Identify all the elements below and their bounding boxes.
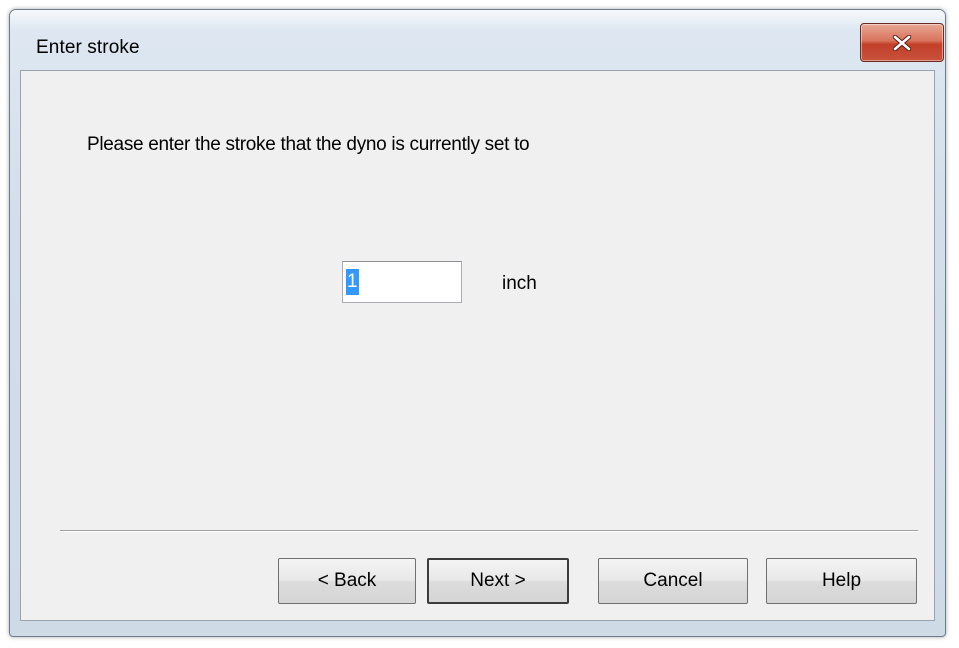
close-button[interactable]	[860, 23, 944, 62]
prompt-text: Please enter the stroke that the dyno is…	[87, 134, 530, 155]
button-divider	[60, 530, 918, 532]
close-icon	[892, 34, 912, 51]
next-button[interactable]: Next >	[427, 558, 569, 604]
stroke-unit-label: inch	[502, 273, 537, 294]
dialog-title: Enter stroke	[36, 37, 140, 58]
stroke-input[interactable]: 1	[342, 261, 462, 303]
stroke-value-selection: 1	[346, 269, 359, 295]
back-button[interactable]: < Back	[278, 558, 416, 604]
cancel-button[interactable]: Cancel	[598, 558, 748, 604]
help-button[interactable]: Help	[766, 558, 917, 604]
